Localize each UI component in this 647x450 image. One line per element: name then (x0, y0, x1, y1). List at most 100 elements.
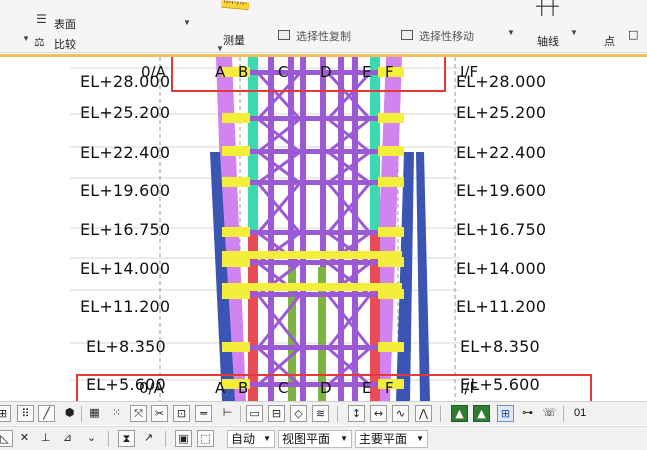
perpendicular-snap-icon[interactable]: ⊥ (37, 430, 54, 447)
snap-grid-icon[interactable]: ⁙ (108, 405, 125, 422)
level-label-right: EL+25.200 (456, 103, 547, 122)
surface-button[interactable]: 表面 (54, 16, 76, 32)
phone-icon[interactable]: ☏ (541, 405, 558, 422)
window-select-icon[interactable]: ⬚ (197, 430, 214, 447)
axis-button[interactable]: 轴线 (537, 33, 559, 49)
level-label-right: EL+19.600 (456, 181, 547, 200)
line-tool-icon[interactable]: ╱ (38, 405, 55, 422)
chevron-down-icon: ▼ (340, 434, 348, 443)
beam-yellow-left (222, 113, 250, 123)
beam-yellow-right (378, 227, 404, 237)
beam-yellow-left (222, 227, 250, 237)
grid-view-icon[interactable]: ⊞ (497, 405, 514, 422)
compare-icon[interactable]: ⚖ (34, 36, 45, 48)
beam-violet (246, 260, 382, 265)
beam-yellow-left (222, 342, 250, 352)
level-label-left: EL+14.000 (80, 259, 171, 278)
model-view-canvas[interactable]: EL+28.000 EL+25.200 EL+22.400 EL+19.600 EL+1… (0, 57, 647, 401)
grid-label-top: 0/A (141, 63, 166, 81)
horizontal-dim-icon[interactable]: ↔ (370, 405, 387, 422)
beam-tool-icon[interactable]: ═ (195, 405, 212, 422)
hourglass-icon[interactable]: ⧗ (118, 430, 135, 447)
frame-tool-icon[interactable]: ▭ (246, 405, 263, 422)
toolbar-separator (108, 431, 109, 447)
chevron-snap-icon[interactable]: ⌄ (83, 430, 100, 447)
beam-yellow-right (378, 146, 404, 156)
measure-dropdown-icon[interactable]: ▼ (216, 44, 224, 52)
copy-selection-icon[interactable] (278, 30, 290, 40)
node-tool-icon[interactable]: ⤧ (130, 405, 147, 422)
curve-tool-icon[interactable]: ∿ (392, 405, 409, 422)
level-label-right: EL+14.000 (456, 259, 547, 278)
beam-violet (246, 149, 382, 154)
level-label-right: EL+22.400 (456, 143, 547, 162)
cross-snap-icon[interactable]: ✕ (16, 430, 33, 447)
surface-dropdown-icon[interactable]: ▼ (22, 34, 30, 43)
move-dropdown-icon[interactable]: ▼ (507, 28, 515, 37)
beam-violet (246, 345, 382, 350)
move-selection-button[interactable]: 选择性移动 (419, 28, 474, 44)
beam-yellow-right (378, 177, 404, 187)
box-select-icon[interactable]: ▣ (175, 430, 192, 447)
level-label-left: EL+22.400 (80, 143, 171, 162)
column-blue-right (396, 152, 414, 401)
scissors-icon[interactable]: ✂ (151, 405, 168, 422)
grid-snap-icon[interactable]: ⠿ (17, 405, 34, 422)
auto-select-dropdown[interactable]: 自动 ▼ (227, 430, 275, 448)
compare-button[interactable]: 比较 (54, 36, 76, 52)
level-label-left: EL+16.750 (80, 220, 171, 239)
measure-icon[interactable]: 📏 (217, 0, 254, 24)
toolbar-separator (165, 431, 166, 447)
view-number[interactable]: 01 (574, 407, 586, 419)
beam-yellow-left (222, 177, 250, 187)
measure-button[interactable]: 测量 (223, 32, 245, 48)
shaded-mode-icon[interactable]: ▲ (473, 405, 490, 422)
toolbar-separator (440, 406, 441, 422)
move-selection-icon[interactable] (401, 30, 413, 40)
render-mode-icon[interactable]: ▲ (451, 405, 468, 422)
grid-label-top: I/F (460, 63, 479, 81)
copy-selection-button[interactable]: 选择性复制 (296, 28, 351, 44)
toolbar-separator (81, 406, 82, 422)
column-blue-right-outer (416, 152, 430, 401)
beam-violet (246, 230, 382, 235)
layer-tool-icon[interactable]: ⊟ (268, 405, 285, 422)
toolbar-separator (337, 406, 338, 422)
toolbar-separator (240, 406, 241, 422)
split-tool-icon[interactable]: ⊡ (173, 405, 190, 422)
level-label-left: EL+8.350 (86, 337, 166, 356)
select-tool-icon[interactable]: ⊞ (0, 405, 11, 422)
network-icon[interactable]: ⊶ (519, 405, 536, 422)
main-plane-dropdown[interactable]: 主要平面 ▼ (355, 430, 428, 448)
axis-dropdown-icon[interactable]: ▼ (570, 28, 578, 37)
corner-snap-icon[interactable]: ◺ (0, 430, 13, 447)
column-tool-icon[interactable]: ⊢ (219, 405, 236, 422)
toolbar-separator (563, 406, 564, 422)
beam-yellow-full (222, 283, 402, 291)
level-label-right: EL+11.200 (456, 297, 547, 316)
stack-tool-icon[interactable]: ≋ (312, 405, 329, 422)
level-label-left: EL+19.600 (80, 181, 171, 200)
panel-dropdown-icon[interactable]: ▼ (183, 18, 191, 27)
point-button[interactable]: 点 (604, 33, 615, 49)
arrow-snap-icon[interactable]: ↗ (140, 430, 157, 447)
view-toolbar: ⊞ ⠿ ╱ ⬢ ▦ ⁙ ⤧ ✂ ⊡ ═ ⊢ ▭ ⊟ ◇ ≋ ↕ ↔ ∿ ⋀ ▲ … (0, 401, 647, 425)
beam-yellow-right (378, 342, 404, 352)
axis-icon[interactable]: ┼┼ (536, 0, 559, 15)
beam-violet (246, 292, 382, 297)
cube-icon[interactable]: ⬢ (61, 405, 78, 422)
ribbon-more-button[interactable]: □ (628, 28, 638, 41)
beam-violet (246, 116, 382, 121)
vertical-dim-icon[interactable]: ↕ (348, 405, 365, 422)
diamond-tool-icon[interactable]: ◇ (290, 405, 307, 422)
angle-tool-icon[interactable]: ⋀ (415, 405, 432, 422)
endpoint-snap-icon[interactable]: ⊿ (59, 430, 76, 447)
level-label-left: EL+25.200 (80, 103, 171, 122)
table-icon[interactable]: ▦ (86, 405, 103, 422)
surface-icon[interactable]: ☰ (36, 13, 47, 25)
main-plane-value: 主要平面 (359, 432, 408, 446)
beam-yellow-full (222, 251, 402, 259)
snap-toolbar: ◺ ✕ ⊥ ⊿ ⌄ ⧗ ↗ ▣ ⬚ 自动 ▼ 视图平面 ▼ 主要平面 ▼ (0, 426, 647, 450)
auto-select-value: 自动 (231, 432, 256, 446)
view-plane-dropdown[interactable]: 视图平面 ▼ (278, 430, 352, 448)
